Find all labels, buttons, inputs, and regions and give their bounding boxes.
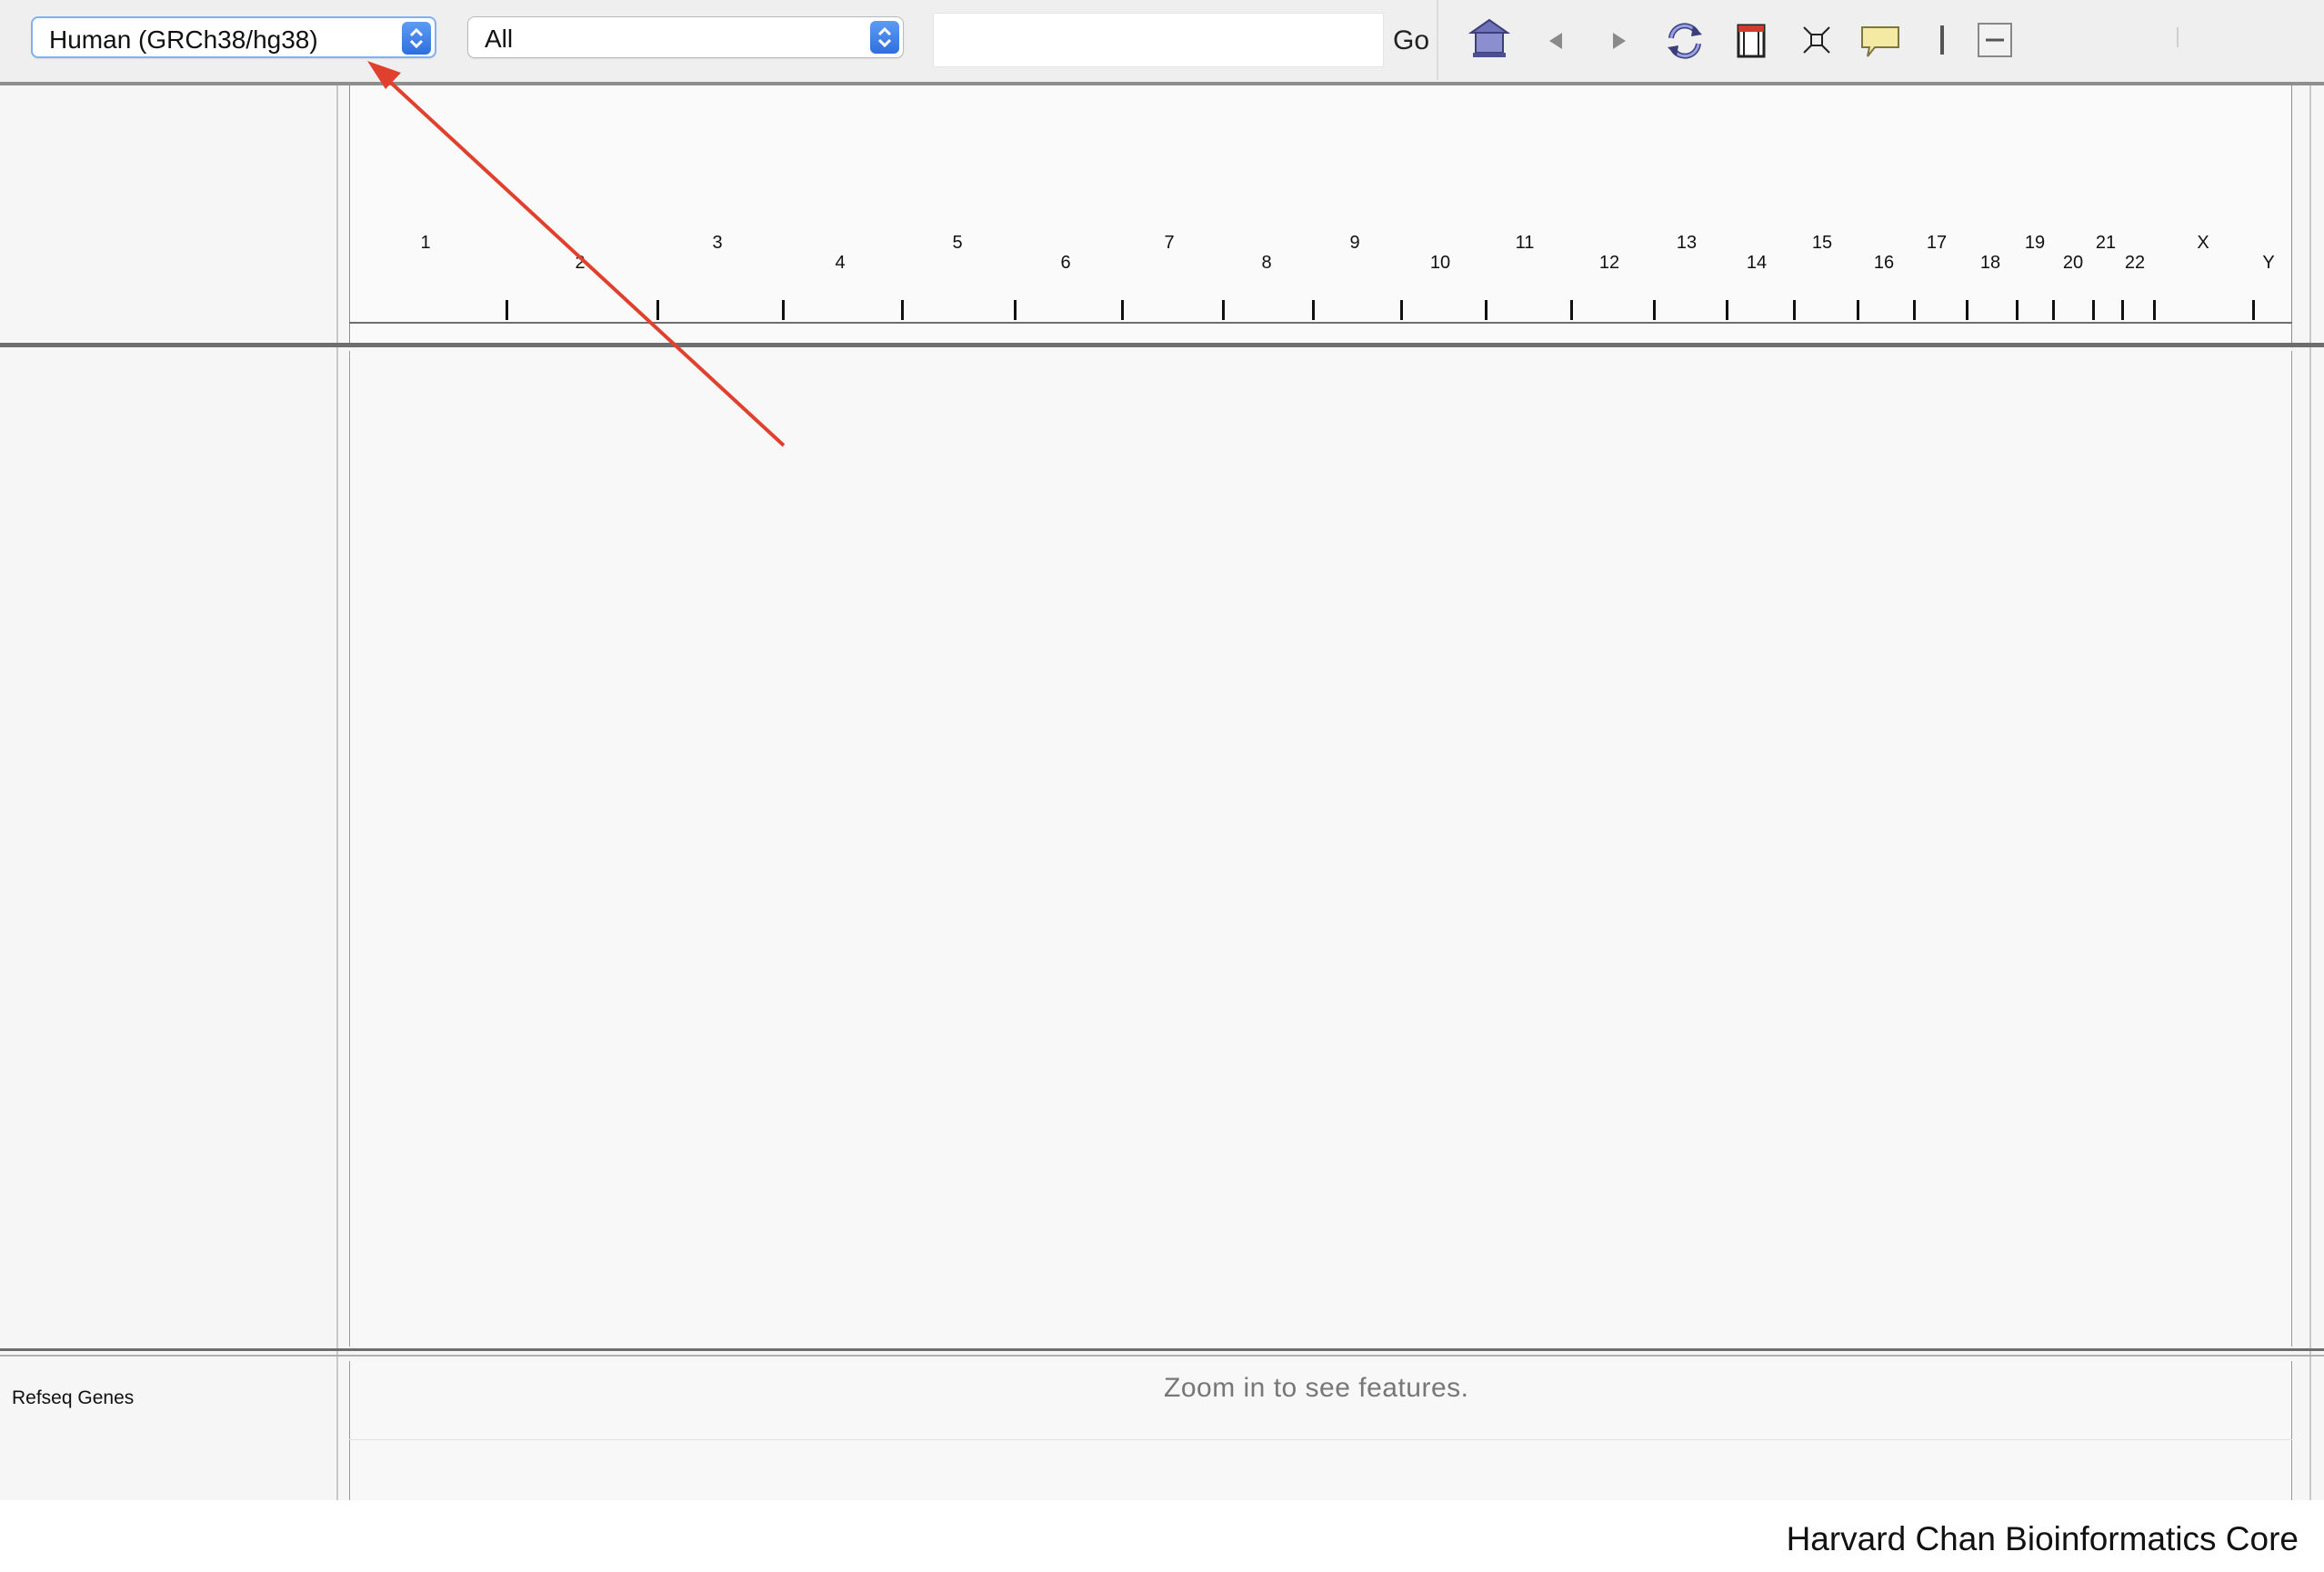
ruler-baseline — [349, 322, 2292, 324]
chromosome-label-y[interactable]: Y — [2262, 253, 2274, 274]
chromosome-dropdown[interactable]: All — [467, 16, 904, 58]
fit-to-window-icon[interactable] — [1798, 16, 1835, 64]
name-panel-divider[interactable] — [336, 85, 338, 1500]
refresh-icon[interactable] — [1662, 16, 1708, 64]
forward-icon[interactable] — [1606, 16, 1633, 64]
chromosome-boundary-tick — [901, 300, 904, 320]
zoom-in-message: Zoom in to see features. — [1164, 1373, 1469, 1403]
chromosome-label-19[interactable]: 19 — [2025, 233, 2045, 254]
chromosome-boundary-tick — [1400, 300, 1403, 320]
chromosome-label-10[interactable]: 10 — [1430, 253, 1450, 274]
chromosome-label-6[interactable]: 6 — [1060, 253, 1070, 274]
refseq-genes-track-label[interactable]: Refseq Genes — [12, 1387, 134, 1409]
chromosome-boundary-tick — [1121, 300, 1124, 320]
zoom-out-icon[interactable] — [1975, 16, 2015, 64]
chromosome-boundary-tick — [1570, 300, 1573, 320]
chromosome-label-4[interactable]: 4 — [835, 253, 845, 274]
scrollbar-track[interactable] — [2309, 85, 2311, 1500]
igv-window: Human (GRCh38/hg38) All Go 1 3 5 7 9 11 … — [0, 0, 2324, 1500]
go-button[interactable]: Go — [1393, 25, 1429, 56]
chromosome-boundary-tick — [782, 300, 785, 320]
chromosome-boundary-tick — [1726, 300, 1728, 320]
chromosome-label-3[interactable]: 3 — [712, 233, 722, 254]
chromosome-label-12[interactable]: 12 — [1599, 253, 1619, 274]
chromosome-boundary-tick — [656, 300, 659, 320]
chromosome-boundary-tick — [2252, 300, 2255, 320]
toolbar: Human (GRCh38/hg38) All Go — [0, 0, 2324, 83]
chromosome-label-11[interactable]: 11 — [1516, 233, 1535, 254]
chromosome-label-13[interactable]: 13 — [1677, 233, 1697, 254]
home-icon[interactable] — [1468, 16, 1511, 64]
credit-text: Harvard Chan Bioinformatics Core — [1786, 1520, 2299, 1557]
toolbar-divider — [1437, 0, 1438, 80]
feature-panel-top-border — [0, 1355, 2324, 1357]
chromosome-boundary-tick — [1793, 300, 1796, 320]
chromosome-label-1[interactable]: 1 — [420, 233, 430, 254]
chromosome-boundary-tick — [2052, 300, 2055, 320]
chromosome-label-5[interactable]: 5 — [952, 233, 962, 254]
chromosome-ruler-panel — [349, 85, 2292, 343]
genome-dropdown-value: Human (GRCh38/hg38) — [49, 25, 318, 54]
chromosome-boundary-tick — [2121, 300, 2124, 320]
chromosome-boundary-tick — [2092, 300, 2095, 320]
data-panel — [349, 351, 2292, 1347]
region-of-interest-icon[interactable] — [1733, 16, 1769, 64]
chromosome-boundary-tick — [1485, 300, 1488, 320]
chromosome-boundary-tick — [1222, 300, 1225, 320]
chromosome-boundary-tick — [1966, 300, 1968, 320]
chromosome-label-22[interactable]: 22 — [2125, 253, 2145, 274]
chromosome-label-14[interactable]: 14 — [1747, 253, 1767, 274]
chevron-updown-icon — [870, 21, 899, 54]
chromosome-label-18[interactable]: 18 — [1980, 253, 2000, 274]
header-panel-border[interactable] — [0, 343, 2324, 347]
chromosome-label-17[interactable]: 17 — [1927, 233, 1947, 254]
chromosome-label-20[interactable]: 20 — [2063, 253, 2083, 274]
chromosome-boundary-tick — [1913, 300, 1916, 320]
chromosome-boundary-tick — [2016, 300, 2018, 320]
chromosome-label-9[interactable]: 9 — [1349, 233, 1359, 254]
chromosome-label-15[interactable]: 15 — [1812, 233, 1832, 254]
data-panel-border[interactable] — [0, 1348, 2324, 1351]
chromosome-label-21[interactable]: 21 — [2096, 233, 2116, 254]
chromosome-boundary-tick — [1653, 300, 1656, 320]
popup-info-icon[interactable] — [1858, 16, 1902, 64]
chromosome-boundary-tick — [506, 300, 508, 320]
locus-search-input[interactable] — [933, 13, 1384, 67]
chromosome-label-16[interactable]: 16 — [1874, 253, 1894, 274]
genome-dropdown[interactable]: Human (GRCh38/hg38) — [31, 16, 436, 58]
chromosome-boundary-tick — [1312, 300, 1315, 320]
feature-track-divider — [349, 1439, 2292, 1440]
chromosome-boundary-tick — [2153, 300, 2156, 320]
ruler-toggle-icon[interactable] — [1933, 16, 1951, 64]
chromosome-label-x[interactable]: X — [2197, 233, 2209, 254]
chromosome-label-2[interactable]: 2 — [575, 253, 585, 274]
zoom-widget-divider — [2177, 27, 2179, 47]
chromosome-boundary-tick — [1857, 300, 1859, 320]
back-icon[interactable] — [1542, 16, 1569, 64]
chromosome-boundary-tick — [1014, 300, 1017, 320]
chevron-updown-icon — [402, 22, 431, 55]
chromosome-label-7[interactable]: 7 — [1164, 233, 1174, 254]
chromosome-dropdown-value: All — [485, 25, 514, 53]
chromosome-label-8[interactable]: 8 — [1261, 253, 1271, 274]
